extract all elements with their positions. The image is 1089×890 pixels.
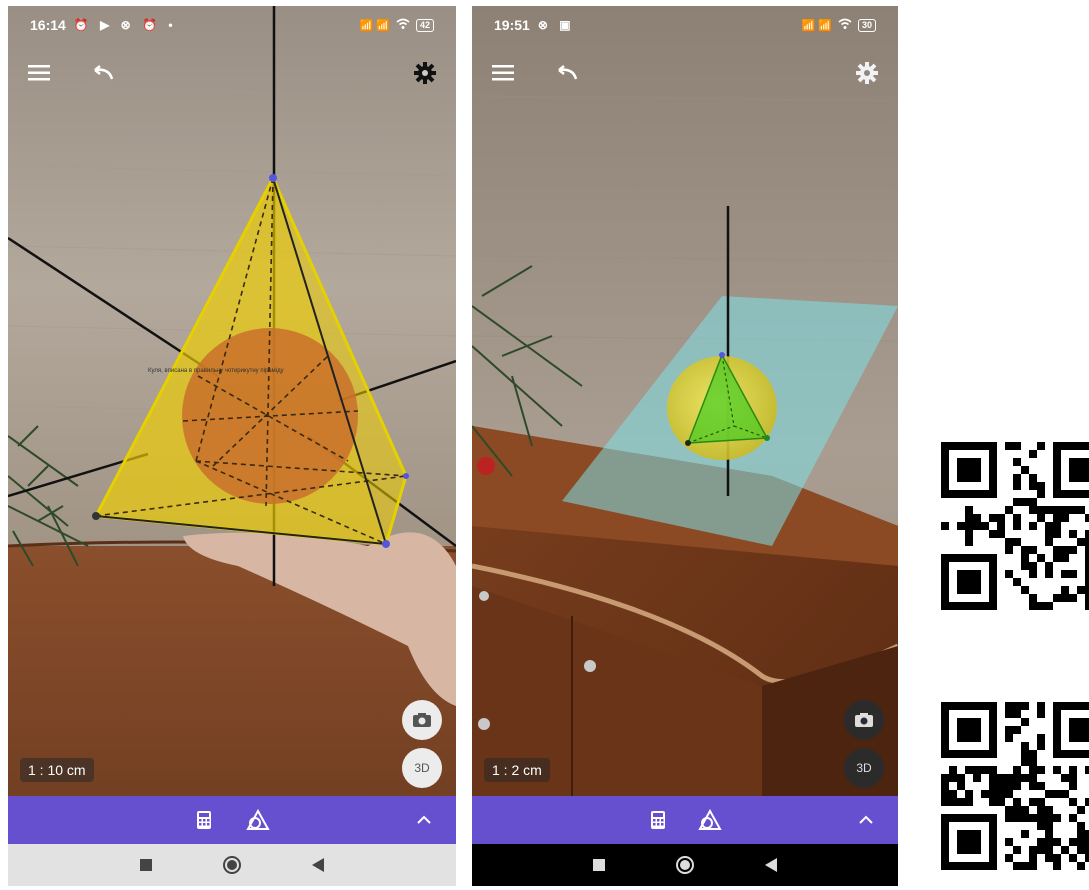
android-nav-bar	[472, 844, 898, 886]
status-bar: 16:14 ⏰ ▶ ⊗ ⏰ • 📶 📶 42	[8, 6, 456, 44]
chevron-up-icon[interactable]	[412, 808, 436, 832]
battery-icon: 30	[857, 18, 876, 32]
view-3d-button[interactable]: 3D	[402, 748, 442, 788]
status-icons: ⏰ ▶ ⊗ ⏰ •	[73, 18, 177, 32]
battery-icon: 42	[415, 18, 434, 32]
qr-code-bottom	[941, 702, 1089, 870]
wifi-icon	[396, 18, 410, 33]
app-top-bar	[8, 54, 456, 94]
ar-camera-view	[472, 6, 898, 886]
bottom-toolbar	[472, 796, 898, 844]
wifi-icon	[838, 18, 852, 33]
nav-home-icon[interactable]	[674, 854, 696, 876]
nav-home-icon[interactable]	[221, 854, 243, 876]
android-nav-bar	[8, 844, 456, 886]
camera-button[interactable]	[844, 700, 884, 740]
camera-icon	[855, 713, 873, 727]
geometry-tools-icon[interactable]	[246, 808, 270, 832]
bottom-toolbar	[8, 796, 456, 844]
menu-icon[interactable]	[24, 58, 54, 88]
chevron-up-icon[interactable]	[854, 808, 878, 832]
ar-camera-view	[8, 6, 456, 886]
nav-back-icon[interactable]	[307, 854, 329, 876]
scale-indicator: 1 : 2 cm	[484, 758, 550, 782]
status-time: 16:14	[30, 17, 66, 33]
signal-icon: 📶 📶	[359, 19, 390, 32]
calculator-icon[interactable]	[646, 808, 670, 832]
phone-screen-right: 19:51 ⊗ ▣ 📶 📶 30 1 : 2 cm 3D	[472, 6, 898, 886]
status-icons: ⊗ ▣	[537, 18, 575, 32]
signal-icon: 📶 📶	[801, 19, 832, 32]
qr-code-top	[941, 442, 1089, 610]
gear-icon[interactable]	[852, 58, 882, 88]
calculator-icon[interactable]	[192, 808, 216, 832]
camera-button[interactable]	[402, 700, 442, 740]
object-caption: Куля, вписана в правильну чотирикутну пі…	[148, 368, 284, 374]
app-top-bar	[472, 54, 898, 94]
nav-back-icon[interactable]	[760, 854, 782, 876]
geometry-tools-icon[interactable]	[698, 808, 722, 832]
status-time: 19:51	[494, 17, 530, 33]
phone-screen-left: Куля, вписана в правильну чотирикутну пі…	[8, 6, 456, 886]
gear-icon[interactable]	[410, 58, 440, 88]
view-3d-button[interactable]: 3D	[844, 748, 884, 788]
camera-icon	[413, 713, 431, 727]
scale-indicator: 1 : 10 cm	[20, 758, 94, 782]
undo-icon[interactable]	[88, 58, 118, 88]
status-bar: 19:51 ⊗ ▣ 📶 📶 30	[472, 6, 898, 44]
nav-square-icon[interactable]	[135, 854, 157, 876]
undo-icon[interactable]	[552, 58, 582, 88]
nav-square-icon[interactable]	[588, 854, 610, 876]
menu-icon[interactable]	[488, 58, 518, 88]
